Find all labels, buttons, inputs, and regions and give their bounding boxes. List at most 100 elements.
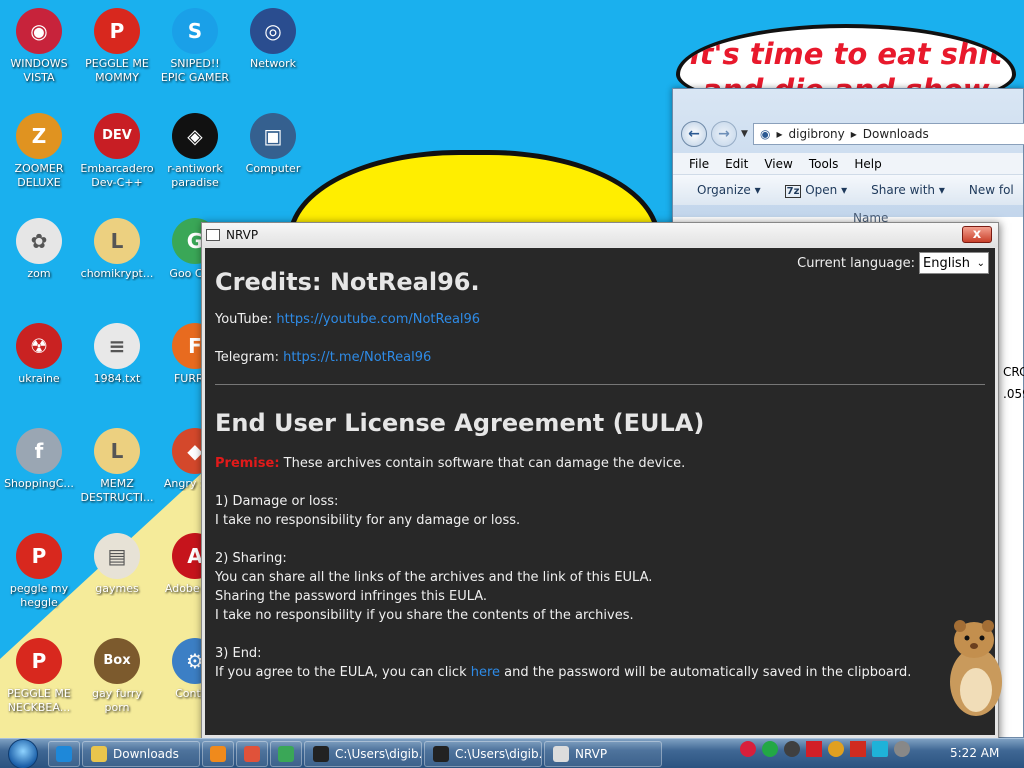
start-button[interactable]: [0, 738, 46, 768]
tray-flag-icon[interactable]: [850, 741, 866, 757]
desktop-icon[interactable]: ◎ Network: [235, 8, 311, 71]
desktop-icon[interactable]: ◉ WINDOWS VISTA: [1, 8, 77, 85]
language-label: Current language:: [797, 255, 915, 271]
taskbar-button-label: Downloads: [113, 746, 179, 761]
share-with-button[interactable]: Share with ▾: [871, 183, 945, 197]
desktop-icon-label: WINDOWS VISTA: [10, 57, 68, 84]
desktop-icon-label: SNIPED!! EPIC GAMER 360...: [160, 57, 230, 84]
section1-title: 1) Damage or loss:: [215, 494, 339, 509]
taskbar-button[interactable]: [202, 740, 234, 767]
ie-icon: [56, 745, 72, 762]
address-bar[interactable]: ◉ ▸ digibrony ▸ Downloads: [753, 123, 1024, 145]
tray-search-icon[interactable]: [828, 741, 844, 757]
explorer-nav: ← → ▼: [681, 121, 748, 147]
youtube-label: YouTube:: [215, 312, 277, 327]
desktop-icon-label: ZOOMER DELUXE: [14, 162, 64, 189]
desktop-icon[interactable]: ≡ 1984.txt: [79, 323, 155, 386]
chevron-down-icon[interactable]: ▼: [741, 129, 748, 139]
tray-screen-icon[interactable]: [872, 741, 888, 757]
taskbar-button[interactable]: [236, 740, 268, 767]
devcpp-icon: DEV: [94, 113, 140, 159]
open-label: Open: [805, 183, 838, 197]
nrvp-dialog[interactable]: NRVP x Current language: English ⌄ Credi…: [201, 222, 999, 742]
computer-icon: ▣: [250, 113, 296, 159]
7zip-icon: [313, 745, 329, 762]
windows-orb-icon: [8, 738, 38, 768]
open-button[interactable]: 7z Open ▾: [784, 183, 847, 198]
folder-icon: ▤: [94, 533, 140, 579]
telegram-link[interactable]: https://t.me/NotReal96: [283, 350, 431, 365]
desktop-icon[interactable]: S SNIPED!! EPIC GAMER 360...: [157, 8, 233, 85]
menu-tools[interactable]: Tools: [809, 157, 839, 171]
premise-label: Premise:: [215, 456, 280, 471]
explorer-command-bar: Organize ▾ 7z Open ▾ Share with ▾ New fo…: [673, 175, 1023, 205]
explorer-chrome: ← → ▼ ◉ ▸ digibrony ▸ Downloads File Edi…: [673, 89, 1024, 225]
menu-help[interactable]: Help: [854, 157, 881, 171]
close-button[interactable]: x: [962, 226, 992, 243]
desktop-icon[interactable]: ☢ ukraine: [1, 323, 77, 386]
youtube-link[interactable]: https://youtube.com/NotReal96: [276, 312, 480, 327]
section3-post: and the password will be automatically s…: [500, 665, 912, 680]
taskbar-button[interactable]: NRVP: [544, 740, 662, 767]
section2-text: Sharing the password infringes this EULA…: [215, 589, 488, 604]
desktop-icon[interactable]: Box gay furry porn: [79, 638, 155, 715]
desktop-icon-label: Network: [250, 57, 296, 70]
taskbar-button[interactable]: Downloads: [82, 740, 200, 767]
desktop-icon-label: PEGGLE ME NECKBEA...: [7, 687, 71, 714]
organize-label: Organize: [697, 183, 751, 197]
language-value: English: [923, 255, 970, 271]
system-tray: [740, 741, 910, 757]
divider: [215, 384, 985, 385]
breadcrumb-downloads[interactable]: Downloads: [863, 127, 929, 141]
section2-title: 2) Sharing:: [215, 551, 287, 566]
radiation-icon: ☢: [16, 323, 62, 369]
taskbar-button[interactable]: [270, 740, 302, 767]
desktop-icon[interactable]: ▤ gaymes: [79, 533, 155, 596]
new-folder-button[interactable]: New fol: [969, 183, 1014, 197]
taskbar-button[interactable]: C:\Users\digib...: [304, 740, 422, 767]
section2-text: You can share all the links of the archi…: [215, 570, 653, 585]
section3-text: If you agree to the EULA, you can click …: [215, 663, 985, 682]
paint-icon: [244, 745, 260, 762]
desktop-icon[interactable]: ▣ Computer: [235, 113, 311, 176]
desktop-icon[interactable]: P PEGGLE ME MOMMY: [79, 8, 155, 85]
agree-here-link[interactable]: here: [471, 665, 500, 680]
taskbar-button[interactable]: [48, 740, 80, 767]
desktop-icon[interactable]: Lchomikrypt...: [79, 218, 155, 281]
desktop-icon[interactable]: ✿ zom: [1, 218, 77, 281]
dialog-title-bar[interactable]: NRVP: [202, 223, 998, 247]
desktop-icon[interactable]: DEV Embarcadero Dev-C++: [79, 113, 155, 190]
desktop-icon[interactable]: L MEMZ DESTRUCTI...: [79, 428, 155, 505]
clock[interactable]: 5:22 AM: [950, 746, 999, 760]
forward-arrow-icon[interactable]: →: [711, 121, 737, 147]
hourglass-icon: L: [94, 218, 140, 264]
desktop-icon[interactable]: f ShoppingC...: [1, 428, 77, 491]
menu-edit[interactable]: Edit: [725, 157, 748, 171]
tray-speaker-icon[interactable]: [894, 741, 910, 757]
network-icon: ◎: [250, 8, 296, 54]
organize-button[interactable]: Organize ▾: [697, 183, 761, 197]
7zip-icon: [433, 745, 449, 762]
desktop-icon-label: PEGGLE ME MOMMY: [85, 57, 149, 84]
desktop-icon-label: 1984.txt: [93, 372, 141, 385]
language-dropdown[interactable]: English ⌄: [919, 252, 989, 274]
table-cell: .0590: [1003, 387, 1024, 401]
desktop-icon-label: ShoppingC...: [4, 477, 74, 490]
tray-hexagon-icon[interactable]: [740, 741, 756, 757]
premise-text: These archives contain software that can…: [283, 456, 686, 471]
flower-icon: ✿: [16, 218, 62, 264]
desktop-icon[interactable]: Z ZOOMER DELUXE: [1, 113, 77, 190]
menu-view[interactable]: View: [764, 157, 792, 171]
desktop-icon[interactable]: Ppeggle my heggle: [1, 533, 77, 610]
breadcrumb-user[interactable]: digibrony: [789, 127, 845, 141]
tray-k-icon[interactable]: [762, 741, 778, 757]
hamster-icon: [950, 620, 1002, 716]
desktop-icon[interactable]: P PEGGLE ME NECKBEA...: [1, 638, 77, 715]
back-arrow-icon[interactable]: ←: [681, 121, 707, 147]
tray-crossed-icon[interactable]: [784, 741, 800, 757]
desktop-icon[interactable]: ◈ r-antiwork paradise: [157, 113, 233, 190]
telegram-line: Telegram: https://t.me/NotReal96: [215, 348, 985, 367]
menu-file[interactable]: File: [689, 157, 709, 171]
taskbar-button[interactable]: C:\Users\digib...: [424, 740, 542, 767]
tray-v-icon[interactable]: [806, 741, 822, 757]
